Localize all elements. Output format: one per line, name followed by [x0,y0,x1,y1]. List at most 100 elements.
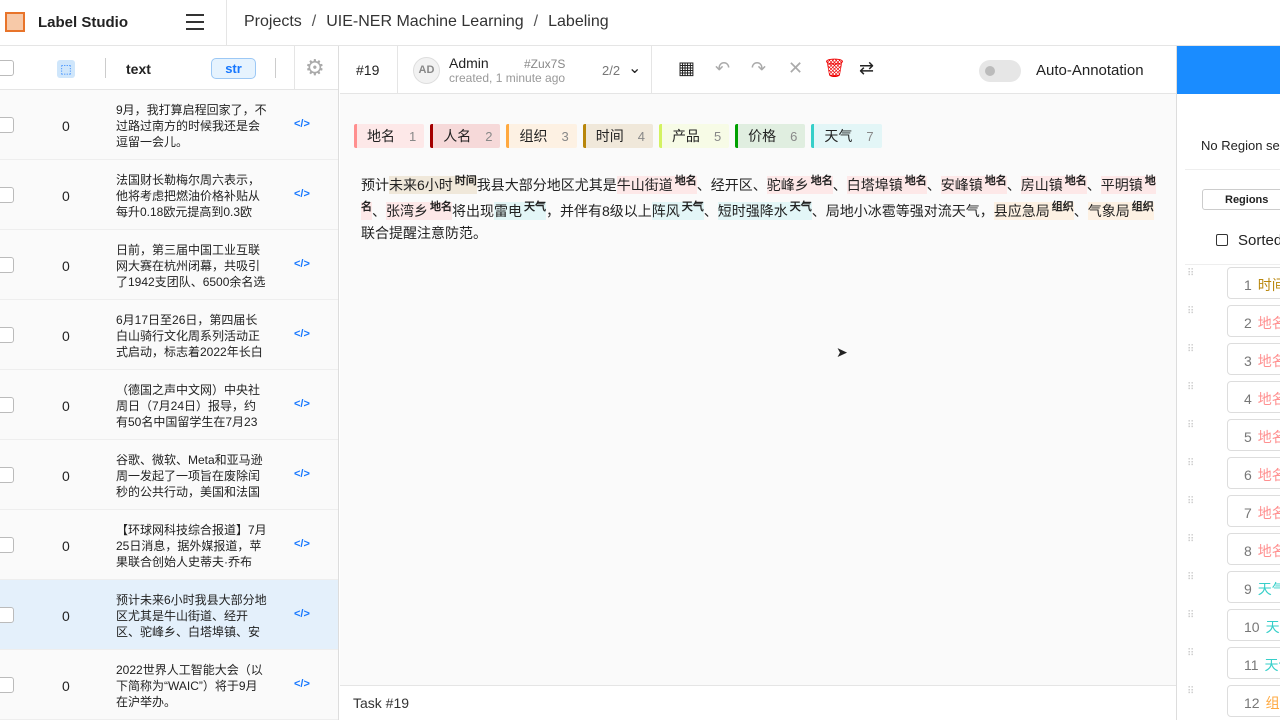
entity-region[interactable]: 房山镇 地名 [1020,175,1087,194]
row-checkbox[interactable] [0,607,14,623]
region-item[interactable]: 1 时间 [1227,267,1280,299]
submit-button[interactable] [1177,46,1280,94]
entity-region[interactable]: 短时强降水 天气 [717,201,812,220]
code-icon[interactable]: </> [294,398,310,410]
drag-handle-icon[interactable]: ⠿ [1187,382,1194,393]
code-icon[interactable]: </> [294,538,310,550]
drag-handle-icon[interactable]: ⠿ [1187,648,1194,659]
drag-handle-icon[interactable]: ⠿ [1187,344,1194,355]
select-all-checkbox[interactable] [0,60,14,76]
code-icon[interactable]: </> [294,468,310,480]
code-icon[interactable]: </> [294,118,310,130]
drag-handle-icon[interactable]: ⠿ [1187,268,1194,279]
label-3[interactable]: 组织 3 [506,124,577,148]
entity-region[interactable]: 牛山街道 地名 [616,175,697,194]
region-item[interactable]: 9 天气 [1227,571,1280,603]
table-row[interactable]: 0 【环球网科技综合报道】7月25日消息，据外媒报道，苹果联合创始人史蒂夫·乔布… [0,510,338,580]
entity-region[interactable]: 张湾乡 地名 [386,201,452,220]
column-text[interactable]: text [126,61,151,77]
label-2[interactable]: 人名 2 [430,124,501,148]
auto-annotation-toggle[interactable] [979,60,1021,82]
table-row[interactable]: 0 6月17日至26日，第四届长白山骑行文化周系列活动正式启动，标志着2022年… [0,300,338,370]
settings-sliders-icon[interactable]: ⇄ [859,58,874,79]
redo-icon[interactable]: ↷ [751,58,766,79]
entity-region[interactable]: 县应急局 组织 [993,201,1074,220]
drag-handle-icon[interactable]: ⠿ [1187,572,1194,583]
drag-handle-icon[interactable]: ⠿ [1187,610,1194,621]
trash-icon[interactable]: 🗑 [823,58,846,79]
drag-handle-icon[interactable]: ⠿ [1187,306,1194,317]
drag-handle-icon[interactable]: ⠿ [1187,420,1194,431]
region-item[interactable]: 11 天气 [1227,647,1280,679]
sort-icon[interactable] [1216,234,1228,246]
label-name: 地名 [367,128,395,144]
table-row[interactable]: 0 2022世界人工智能大会（以下简称为“WAIC”）将于9月在沪举办。 </> [0,650,338,720]
mouse-cursor-icon: ➤ [836,344,848,360]
entity-region[interactable]: 阵风 天气 [651,201,704,220]
entity-region[interactable]: 安峰镇 地名 [940,175,1007,194]
region-item[interactable]: 5 地名 [1227,419,1280,451]
entity-region[interactable]: 气象局 组织 [1087,201,1154,220]
row-checkbox[interactable] [0,467,14,483]
regions-tab[interactable]: Regions [1202,189,1280,210]
label-7[interactable]: 天气 7 [811,124,882,148]
row-checkbox[interactable] [0,257,14,273]
entity-region[interactable]: 未来6小时 时间 [389,175,477,194]
table-row[interactable]: 0 9月，我打算启程回家了，不过路过南方的时候我还是会逗留一会儿。 </> [0,90,338,160]
region-label: 天气 [1264,657,1280,673]
code-icon[interactable]: </> [294,188,310,200]
region-item[interactable]: 12 组织 [1227,685,1280,717]
plain-text: 预计 [361,177,389,193]
region-item[interactable]: 6 地名 [1227,457,1280,489]
row-checkbox[interactable] [0,537,14,553]
plain-text: 、 [1086,177,1101,193]
code-icon[interactable]: </> [294,608,310,620]
row-checkbox[interactable] [0,397,14,413]
label-5[interactable]: 产品 5 [658,124,730,148]
region-item[interactable]: 3 地名 [1227,343,1280,375]
grid-icon[interactable]: ▦ [678,58,695,79]
entity-region[interactable]: 雷电 天气 [494,201,546,220]
label-6[interactable]: 价格 6 [735,124,806,148]
table-row[interactable]: 0 预计未来6小时我县大部分地区尤其是牛山街道、经开区、驼峰乡、白塔埠镇、安 <… [0,580,338,650]
menu-icon[interactable] [186,14,204,30]
sorted-label[interactable]: Sorted [1238,232,1280,249]
region-item[interactable]: 2 地名 [1227,305,1280,337]
plain-text: 、局地小冰雹等强对流天气， [811,203,994,219]
entity-text: 雷电 [494,203,522,219]
entity-label: 天气 [524,201,546,213]
row-checkbox[interactable] [0,677,14,693]
entity-region[interactable]: 白塔埠镇 地名 [846,175,927,194]
region-item[interactable]: 7 地名 [1227,495,1280,527]
table-row[interactable]: 0 日前，第三届中国工业互联网大赛在杭州闭幕，共吸引了1942支团队、6500余… [0,230,338,300]
drag-handle-icon[interactable]: ⠿ [1187,686,1194,697]
region-item[interactable]: 4 地名 [1227,381,1280,413]
row-text: （德国之声中文网）中央社周日（7月24日）报导，约有50名中国留学生在7月23 [116,383,261,429]
drag-handle-icon[interactable]: ⠿ [1187,534,1194,545]
entity-region[interactable]: 驼峰乡 地名 [766,175,833,194]
undo-icon[interactable]: ↶ [715,58,730,79]
row-checkbox[interactable] [0,327,14,343]
row-checkbox[interactable] [0,187,14,203]
region-item[interactable]: 10 天气 [1227,609,1280,641]
label-4[interactable]: 时间 4 [582,124,653,148]
code-icon[interactable]: </> [294,258,310,270]
table-row[interactable]: 0 谷歌、微软、Meta和亚马逊周一发起了一项旨在废除闰秒的公共行动，美国和法国… [0,440,338,510]
code-icon[interactable]: </> [294,678,310,690]
label-1[interactable]: 地名 1 [354,124,425,148]
region-item[interactable]: 8 地名 [1227,533,1280,565]
breadcrumb-project[interactable]: UIE-NER Machine Learning [326,13,523,31]
close-icon[interactable]: ✕ [788,58,803,79]
region-index: 10 [1244,619,1260,635]
row-checkbox[interactable] [0,117,14,133]
gear-icon[interactable]: ⚙ [305,55,325,81]
chevron-down-icon[interactable]: ⌄ [628,58,641,78]
region-label: 时间 [1257,277,1280,293]
drag-handle-icon[interactable]: ⠿ [1187,458,1194,469]
drag-handle-icon[interactable]: ⠿ [1187,496,1194,507]
table-row[interactable]: 0 法国财长勒梅尔周六表示，他将考虑把燃油价格补贴从每升0.18欧元提高到0.3… [0,160,338,230]
code-icon[interactable]: </> [294,328,310,340]
breadcrumb-projects[interactable]: Projects [244,13,302,31]
document-text[interactable]: 预计未来6小时 时间我县大部分地区尤其是牛山街道 地名、经开区、驼峰乡 地名、白塔埠镇… [361,170,1161,244]
table-row[interactable]: 0 （德国之声中文网）中央社周日（7月24日）报导，约有50名中国留学生在7月2… [0,370,338,440]
